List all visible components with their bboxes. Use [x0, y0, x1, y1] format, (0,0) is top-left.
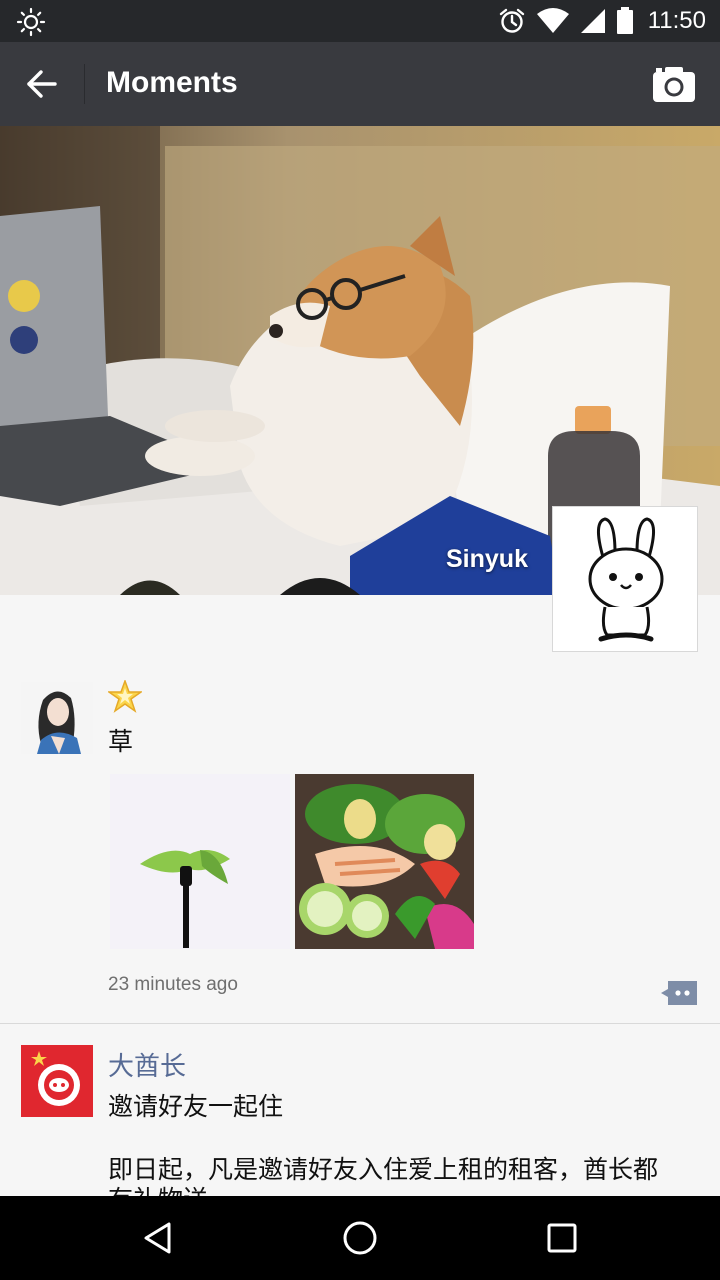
salad-image [295, 774, 474, 949]
post-avatar[interactable] [21, 682, 93, 754]
post-author[interactable]: 大酋长 [108, 1046, 186, 1083]
toolbar: Moments [0, 42, 720, 126]
post-image[interactable] [295, 774, 474, 949]
circle-home-icon [343, 1221, 377, 1255]
camera-icon[interactable] [652, 64, 696, 104]
square-recent-icon [547, 1223, 577, 1253]
signal-icon [580, 9, 605, 33]
cover-username: Sinyuk [446, 545, 528, 573]
rabbit-avatar-icon [588, 517, 664, 642]
battery-icon [616, 7, 633, 34]
nav-back-button[interactable] [134, 1214, 182, 1262]
fork-lettuce-image [110, 774, 290, 949]
page-title: Moments [106, 66, 238, 99]
wifi-icon [536, 8, 569, 33]
post-text: 邀请好友一起住 [108, 1092, 284, 1121]
profile-avatar[interactable] [552, 506, 698, 652]
post-avatar[interactable] [21, 1045, 93, 1117]
alarm-icon [499, 8, 524, 33]
nav-recent-button[interactable] [538, 1214, 586, 1262]
comment-icon[interactable] [660, 980, 698, 1006]
post-text: 草 [108, 727, 134, 756]
post-image[interactable] [110, 774, 290, 949]
post-timestamp: 23 minutes ago [108, 974, 238, 995]
brightness-icon [16, 7, 46, 37]
avatar-illustration [21, 682, 93, 754]
back-button[interactable] [20, 62, 64, 106]
status-bar: 11:50 [0, 0, 720, 42]
status-time: 11:50 [647, 7, 706, 34]
arrow-left-icon [27, 70, 57, 98]
triangle-back-icon [144, 1222, 171, 1254]
toolbar-divider [84, 64, 85, 104]
navigation-bar [0, 1196, 720, 1280]
post-divider [0, 1023, 720, 1024]
nav-home-button[interactable] [336, 1214, 384, 1262]
pig-logo-avatar [21, 1045, 93, 1117]
star-emoji-icon [108, 680, 142, 713]
